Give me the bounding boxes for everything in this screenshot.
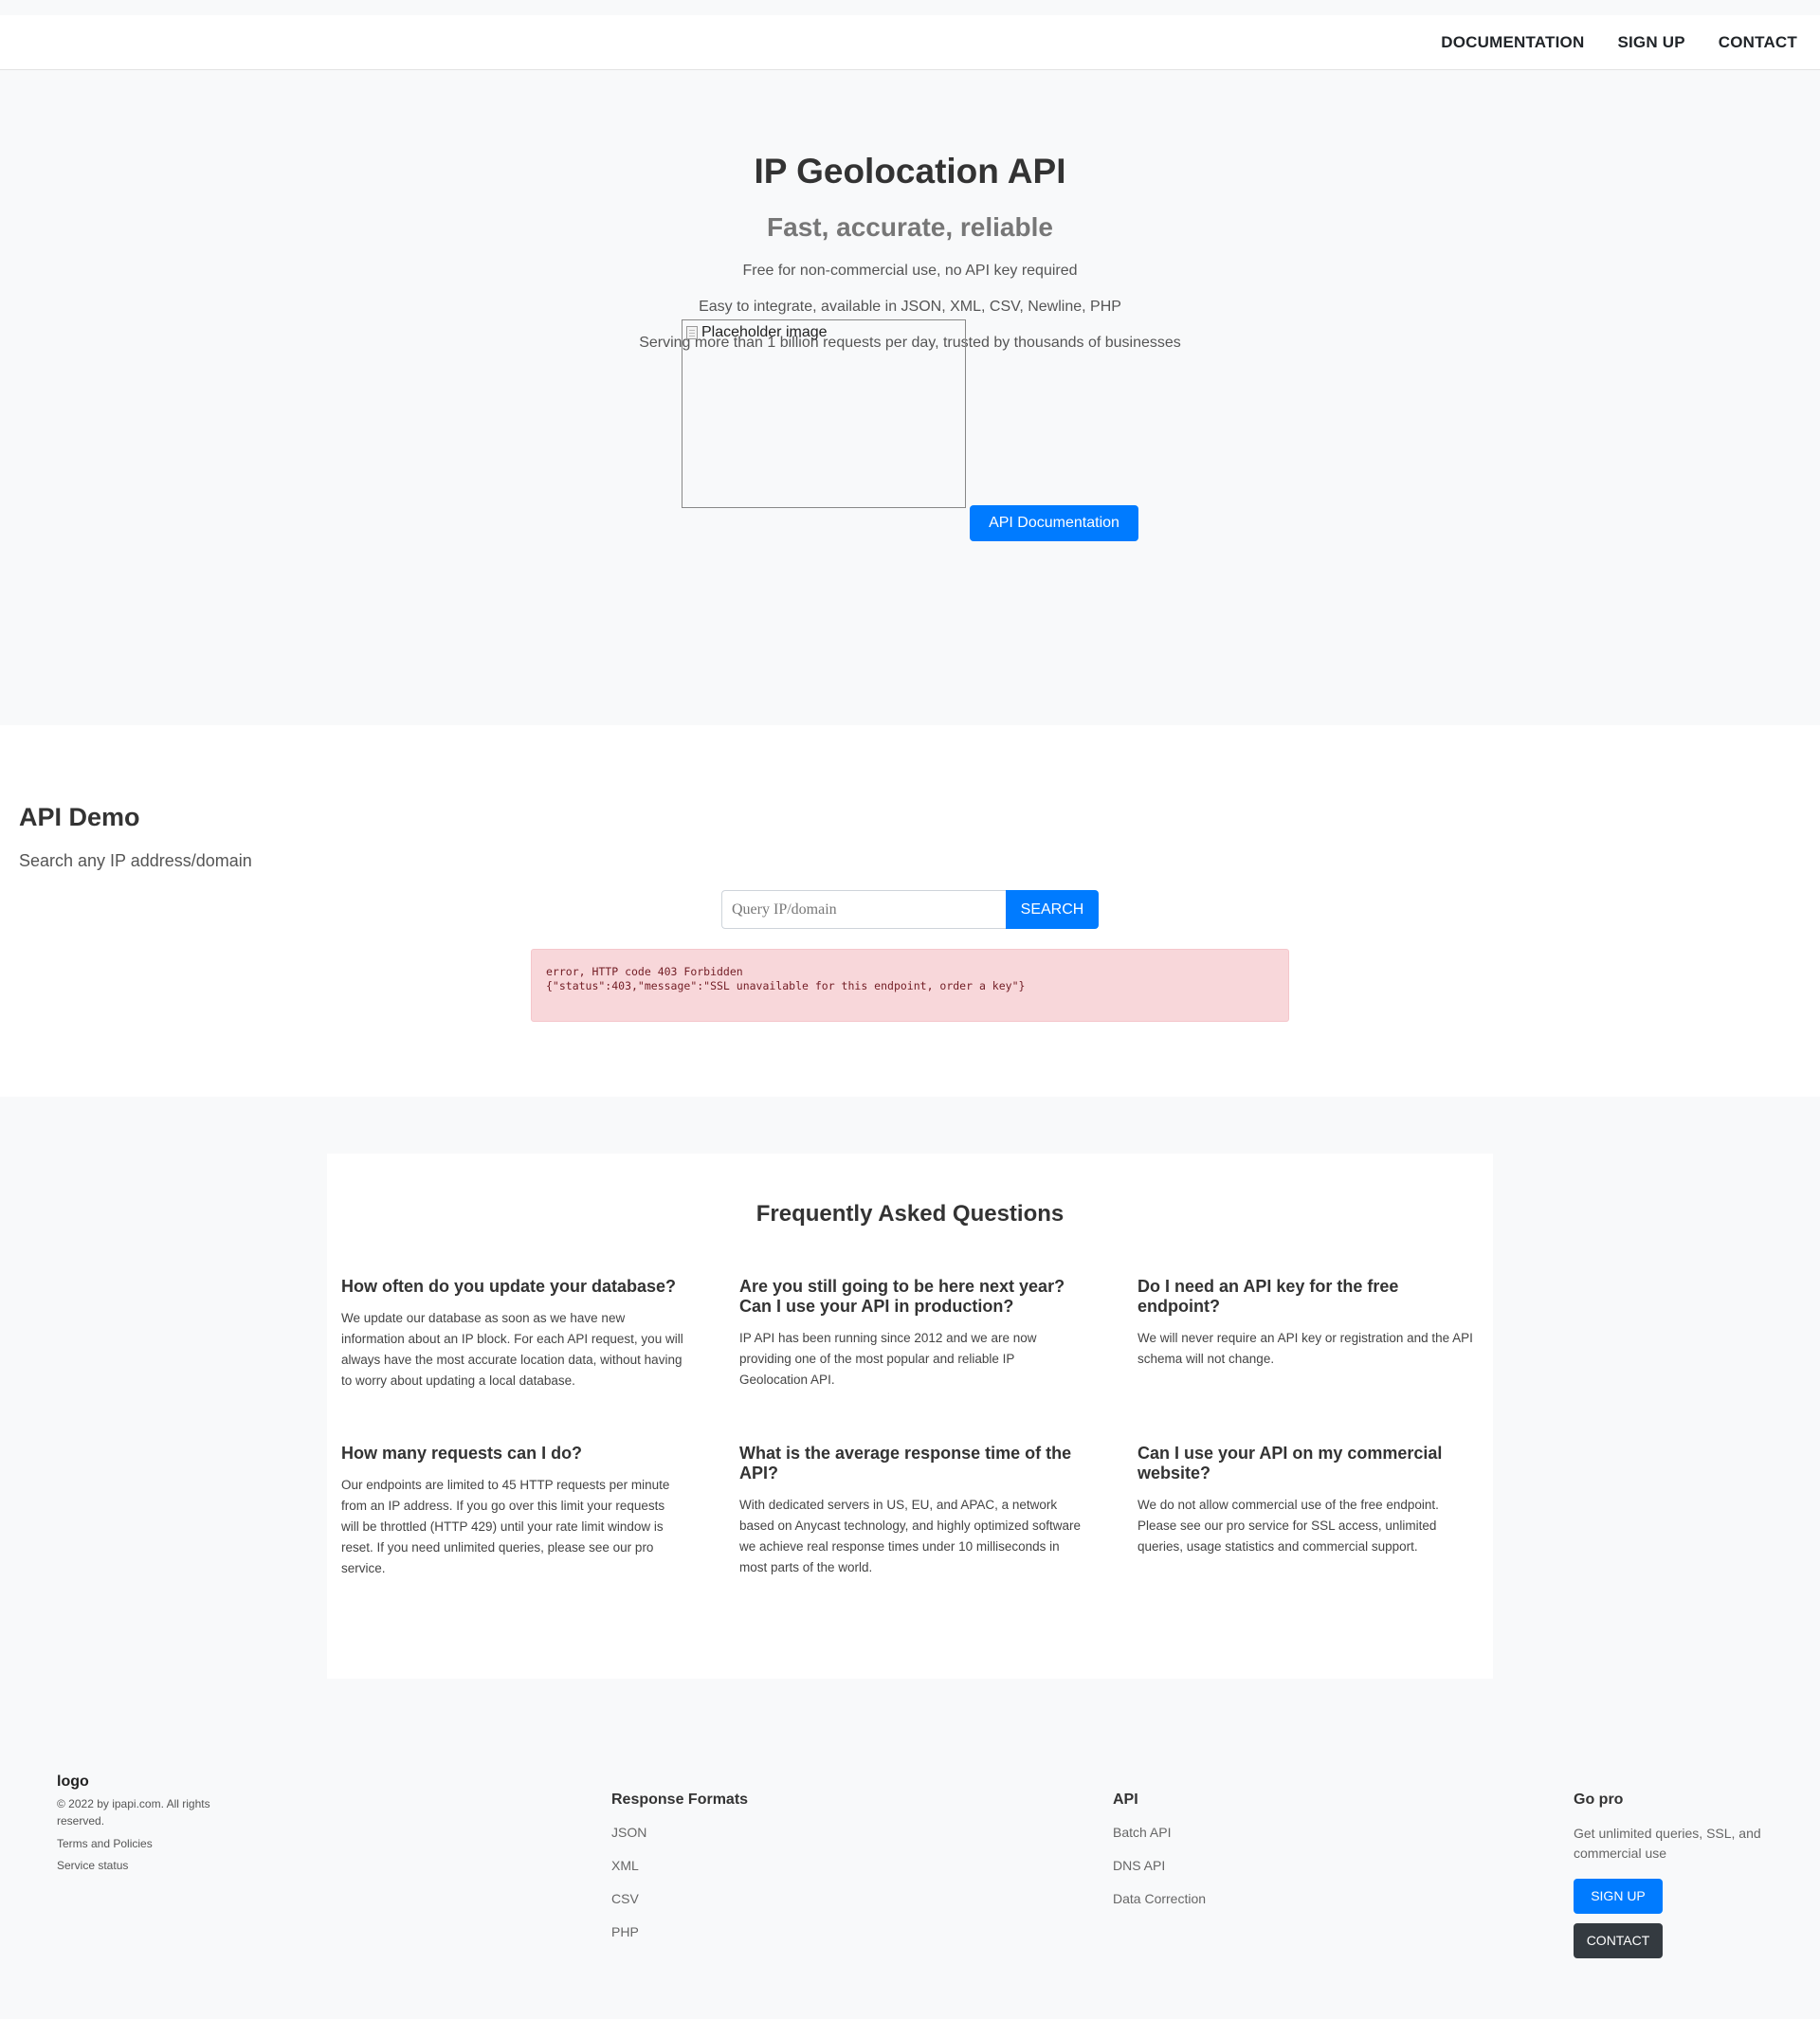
- footer-link-csv[interactable]: CSV: [611, 1890, 748, 1923]
- navbar: DOCUMENTATION SIGN UP CONTACT: [0, 15, 1820, 70]
- footer-signup-button[interactable]: SIGN UP: [1574, 1879, 1663, 1914]
- hero-subtitle: Fast, accurate, reliable: [767, 212, 1053, 242]
- api-documentation-button[interactable]: API Documentation: [970, 505, 1138, 541]
- footer-logo[interactable]: logo: [57, 1773, 89, 1791]
- demo-title: API Demo: [19, 803, 140, 831]
- faq-question: How many requests can I do?: [341, 1444, 583, 1463]
- faq-section: Frequently Asked Questions How often do …: [0, 1097, 1820, 1713]
- demo-subtitle: Search any IP address/domain: [19, 851, 252, 870]
- search-button[interactable]: SEARCH: [1006, 890, 1099, 929]
- faq-question: What is the average response time of the…: [739, 1444, 1072, 1482]
- hero-feature-free: Free for non-commercial use, no API key …: [742, 263, 1078, 279]
- faq-title: Frequently Asked Questions: [755, 1201, 1065, 1227]
- footer-status-link[interactable]: Service status: [57, 1859, 128, 1872]
- faq-item: How many requests can I do? Our endpoint…: [341, 1444, 684, 1579]
- nav-signup-link[interactable]: SIGN UP: [1617, 33, 1684, 52]
- footer-formats-heading: Response Formats: [611, 1792, 749, 1808]
- faq-answer: We do not allow commercial use of the fr…: [1138, 1498, 1439, 1554]
- faq-item: Do I need an API key for the free endpoi…: [1138, 1277, 1479, 1370]
- footer-link-json[interactable]: JSON: [611, 1824, 748, 1857]
- error-status-line: error, HTTP code 403 Forbidden: [546, 965, 743, 978]
- faq-question: Do I need an API key for the free endpoi…: [1138, 1277, 1399, 1316]
- nav-documentation-link[interactable]: DOCUMENTATION: [1441, 33, 1584, 52]
- error-json-line: {"status":403,"message":"SSL unavailable…: [546, 979, 1026, 992]
- footer-go-pro: Go pro Get unlimited queries, SSL, and c…: [1574, 1792, 1801, 2000]
- nav-contact-link[interactable]: CONTACT: [1719, 33, 1797, 52]
- query-input[interactable]: [721, 890, 1006, 929]
- footer-pro-heading: Go pro: [1574, 1792, 1624, 1808]
- faq-answer: We will never require an API key or regi…: [1138, 1331, 1473, 1366]
- footer-contact-button[interactable]: CONTACT: [1574, 1923, 1663, 1958]
- error-message: error, HTTP code 403 Forbidden {"status":…: [531, 949, 1289, 1022]
- faq-question: Can I use your API on my commercial webs…: [1138, 1444, 1443, 1482]
- footer-terms-link[interactable]: Terms and Policies: [57, 1837, 153, 1850]
- footer: logo © 2022 by ipapi.com. All rights res…: [0, 1713, 1820, 2019]
- faq-item: How often do you update your database? W…: [341, 1277, 684, 1391]
- faq-item: Are you still going to be here next year…: [739, 1277, 1081, 1391]
- footer-link-php[interactable]: PHP: [611, 1923, 748, 1956]
- top-strip: [0, 0, 1820, 15]
- image-alt-text: Placeholder image: [701, 324, 828, 340]
- footer-link-xml[interactable]: XML: [611, 1857, 748, 1890]
- faq-item: Can I use your API on my commercial webs…: [1138, 1444, 1479, 1557]
- api-demo-section: API Demo Search any IP address/domain SE…: [0, 725, 1820, 1097]
- footer-api-heading: API: [1113, 1792, 1138, 1808]
- hero-section: IP Geolocation API Fast, accurate, relia…: [0, 70, 1820, 725]
- nav-links: DOCUMENTATION SIGN UP CONTACT: [1441, 15, 1797, 70]
- faq-answer: With dedicated servers in US, EU, and AP…: [739, 1498, 1081, 1574]
- footer-link-batch-api[interactable]: Batch API: [1113, 1824, 1206, 1857]
- broken-image-icon: [686, 326, 698, 339]
- faq-answer: We update our database as soon as we hav…: [341, 1311, 683, 1388]
- footer-api: API Batch API DNS API Data Correction: [1113, 1792, 1206, 1923]
- hero-title: IP Geolocation API: [754, 152, 1066, 191]
- footer-link-dns-api[interactable]: DNS API: [1113, 1857, 1206, 1890]
- footer-copyright: © 2022 by ipapi.com. All rights reserved…: [57, 1797, 210, 1828]
- footer-pro-text: Get unlimited queries, SSL, and commerci…: [1574, 1826, 1761, 1861]
- footer-response-formats: Response Formats JSON XML CSV PHP: [611, 1792, 748, 1956]
- hero-feature-formats: Easy to integrate, available in JSON, XM…: [699, 299, 1121, 315]
- faq-question: How often do you update your database?: [341, 1277, 677, 1296]
- faq-card: Frequently Asked Questions How often do …: [327, 1154, 1493, 1679]
- placeholder-image: Placeholder image: [682, 319, 966, 508]
- faq-answer: Our endpoints are limited to 45 HTTP req…: [341, 1478, 670, 1575]
- faq-item: What is the average response time of the…: [739, 1444, 1081, 1578]
- faq-answer: IP API has been running since 2012 and w…: [739, 1331, 1037, 1387]
- broken-image-label: Placeholder image: [686, 324, 828, 341]
- footer-link-data-correction[interactable]: Data Correction: [1113, 1890, 1206, 1923]
- faq-question: Are you still going to be here next year…: [739, 1277, 1065, 1316]
